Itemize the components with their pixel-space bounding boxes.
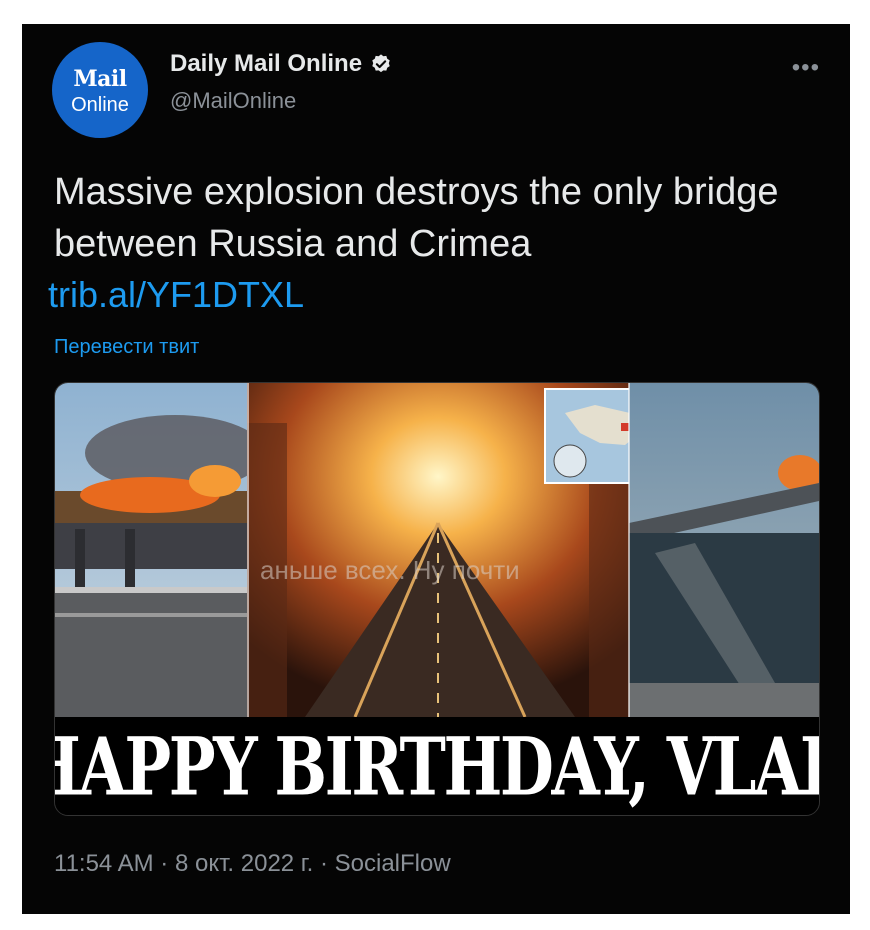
tweet-card: Mail Online Daily Mail Online @MailOnlin… bbox=[22, 24, 850, 914]
right-collapsed-bridge-panel bbox=[629, 383, 819, 717]
avatar-logo-bottom: Online bbox=[71, 94, 129, 116]
avatar-logo-top: Mail bbox=[73, 66, 127, 92]
tweet-text: Massive explosion destroys the only brid… bbox=[54, 171, 779, 265]
more-dots-icon[interactable]: ••• bbox=[792, 54, 820, 82]
verified-badge-icon bbox=[372, 54, 390, 73]
account-name-row[interactable]: Daily Mail Online bbox=[170, 50, 392, 78]
headline-banner: HAPPY BIRTHDAY, VLAD bbox=[55, 717, 819, 815]
headline-text: HAPPY BIRTHDAY, VLAD bbox=[54, 719, 820, 813]
tweet-link[interactable]: trib.al/YF1DTXL bbox=[48, 274, 304, 316]
translate-tweet-link[interactable]: Перевести твит bbox=[54, 336, 199, 359]
tweet-timestamp[interactable]: 11:54 AM · 8 окт. 2022 г. · SocialFlow bbox=[54, 850, 451, 878]
left-burning-bridge-panel bbox=[55, 383, 265, 717]
video-watermark-text: аньше всех. Ну почти bbox=[260, 555, 520, 585]
account-name[interactable]: Daily Mail Online bbox=[170, 50, 362, 78]
tweet-media-image[interactable]: аньше всех. Ну почти HAPPY BIRTHDAY, VLA… bbox=[54, 382, 820, 816]
account-handle[interactable]: @MailOnline bbox=[170, 88, 296, 114]
avatar[interactable]: Mail Online bbox=[52, 42, 148, 138]
bridge-collage: аньше всех. Ну почти bbox=[55, 383, 819, 717]
